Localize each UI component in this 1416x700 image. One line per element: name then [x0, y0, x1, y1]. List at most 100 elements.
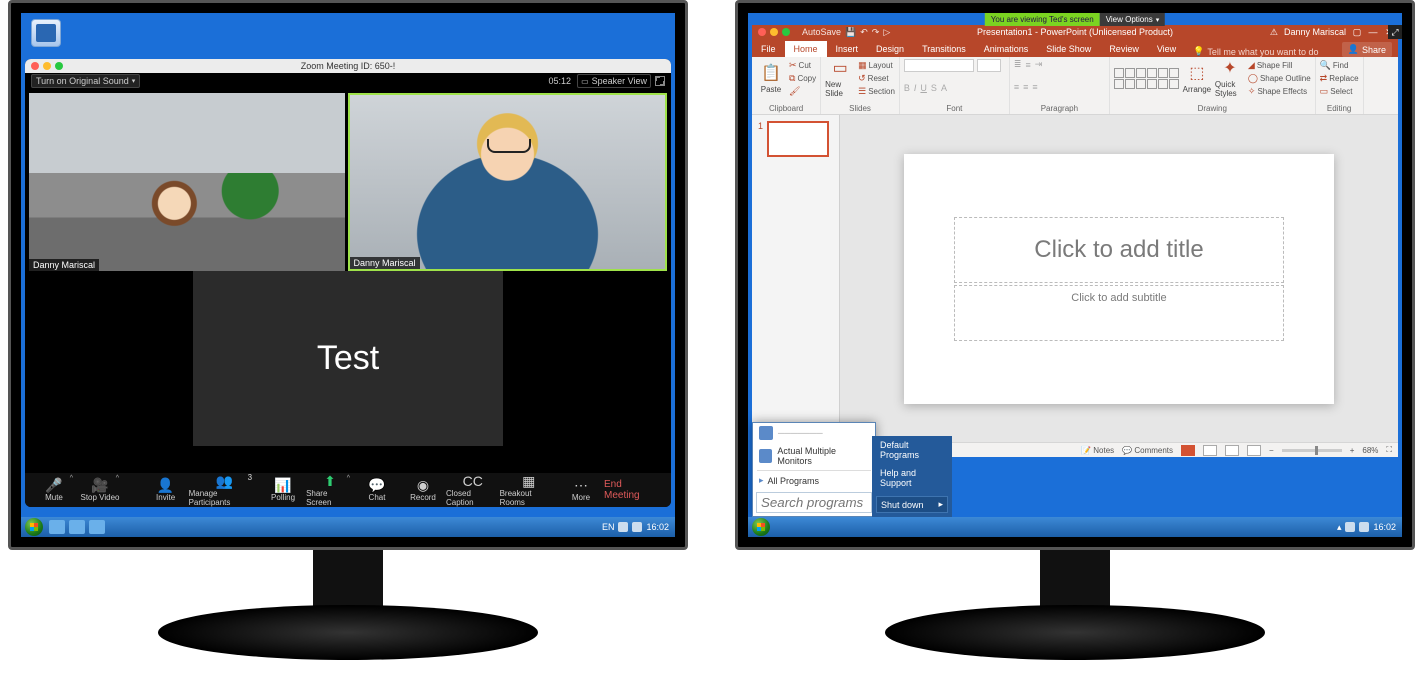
clock[interactable]: 16:02	[646, 522, 669, 532]
language-indicator[interactable]: EN	[602, 522, 615, 532]
bullets-button[interactable]: ≣	[1014, 59, 1022, 70]
start-search-input[interactable]	[756, 492, 872, 513]
zoom-slider[interactable]	[1282, 449, 1342, 452]
ppt-titlebar[interactable]: AutoSave 💾 ↶ ↷ ▷ Presentation1 - PowerPo…	[752, 25, 1398, 39]
fit-to-window-button[interactable]: ⛶	[1386, 445, 1392, 455]
closed-caption-button[interactable]: CCClosed Caption	[446, 473, 500, 507]
polling-button[interactable]: 📊Polling	[260, 473, 306, 507]
subtitle-placeholder[interactable]: Click to add subtitle	[954, 285, 1284, 341]
start-right-item[interactable]: Default Programs	[872, 436, 952, 464]
end-meeting-button[interactable]: End Meeting	[604, 479, 665, 501]
taskbar-right[interactable]: ▴ 16:02	[748, 517, 1402, 537]
replace-button[interactable]: ⇄Replace	[1320, 72, 1359, 84]
title-placeholder[interactable]: Click to add title	[954, 217, 1284, 283]
tray-icon[interactable]	[632, 522, 642, 532]
share-screen-button[interactable]: ⬆Share Screen^	[306, 473, 354, 507]
sorter-view-button[interactable]	[1203, 445, 1217, 456]
slide-thumbnail[interactable]: 1	[758, 121, 833, 157]
arrange-button[interactable]: ⬚Arrange	[1182, 59, 1212, 97]
chevron-right-icon[interactable]: ▸	[938, 499, 943, 510]
shapes-gallery[interactable]	[1114, 68, 1179, 89]
section-button[interactable]: ☰Section	[858, 85, 895, 97]
exit-fullscreen-icon[interactable]: ⤢	[1388, 25, 1402, 39]
start-menu-item[interactable]: ───────	[753, 423, 875, 443]
shutdown-button[interactable]: Shut down▸	[876, 496, 948, 513]
font-color-button[interactable]: A	[941, 83, 947, 93]
reset-button[interactable]: ↺Reset	[858, 72, 895, 84]
zoom-out-button[interactable]: −	[1269, 446, 1274, 455]
start-menu-item[interactable]: Actual Multiple Monitors	[753, 443, 875, 469]
tab-home[interactable]: Home	[785, 41, 827, 57]
fullscreen-icon[interactable]	[655, 76, 665, 86]
reading-view-button[interactable]	[1225, 445, 1239, 456]
stop-video-button[interactable]: 🎥Stop Video^	[77, 473, 123, 507]
new-slide-button[interactable]: ▭New Slide	[825, 59, 855, 97]
all-programs-button[interactable]: All Programs	[753, 472, 875, 489]
system-tray[interactable]: EN 16:02	[602, 522, 675, 532]
taskbar-pinned-icon[interactable]	[69, 520, 85, 534]
remote-desktop-icon[interactable]	[31, 19, 61, 47]
more-button[interactable]: ⋯More	[558, 473, 604, 507]
taskbar-pinned-icon[interactable]	[49, 520, 65, 534]
tab-animations[interactable]: Animations	[975, 41, 1038, 57]
slide-canvas[interactable]: Click to add title Click to add subtitle	[904, 154, 1334, 404]
shape-outline-button[interactable]: ◯Shape Outline	[1248, 72, 1311, 84]
slide-canvas-area[interactable]: Click to add title Click to add subtitle	[840, 115, 1398, 442]
system-tray[interactable]: ▴ 16:02	[1337, 522, 1402, 533]
underline-button[interactable]: U	[920, 83, 927, 93]
tray-icon[interactable]	[1345, 522, 1355, 532]
start-menu-right-pane[interactable]: Default Programs Help and Support Shut d…	[872, 436, 952, 517]
align-right-button[interactable]: ≡	[1032, 82, 1037, 92]
tab-insert[interactable]: Insert	[827, 41, 868, 57]
select-button[interactable]: ▭Select	[1320, 85, 1359, 97]
thumbnail-preview[interactable]	[767, 121, 829, 157]
font-family-select[interactable]	[904, 59, 974, 72]
align-left-button[interactable]: ≡	[1014, 82, 1019, 92]
zoom-titlebar[interactable]: Zoom Meeting ID: 650-!	[25, 59, 671, 73]
taskbar-pinned-icon[interactable]	[89, 520, 105, 534]
mute-button[interactable]: 🎤Mute^	[31, 473, 77, 507]
copy-button[interactable]: ⧉Copy	[789, 72, 816, 84]
quick-styles-button[interactable]: ✦Quick Styles	[1215, 59, 1245, 97]
start-button[interactable]	[25, 518, 43, 536]
user-name[interactable]: Danny Mariscal	[1284, 27, 1346, 37]
comments-button[interactable]: 💬 Comments	[1122, 446, 1173, 455]
minimize-icon[interactable]: —	[1368, 27, 1378, 37]
tab-view[interactable]: View	[1148, 41, 1185, 57]
original-sound-toggle[interactable]: Turn on Original Sound	[31, 74, 140, 88]
font-size-select[interactable]	[977, 59, 1001, 72]
start-menu[interactable]: ─────── Actual Multiple Monitors All Pro…	[752, 422, 876, 517]
bold-button[interactable]: B	[904, 83, 910, 93]
tray-icon[interactable]	[618, 522, 628, 532]
slide-thumbnail-pane[interactable]: 1	[752, 115, 840, 442]
video-tile[interactable]: Danny Mariscal	[29, 93, 345, 271]
numbering-button[interactable]: ≡	[1025, 60, 1030, 70]
record-button[interactable]: ◉Record	[400, 473, 446, 507]
align-center-button[interactable]: ≡	[1023, 82, 1028, 92]
start-right-item[interactable]: Help and Support	[872, 464, 952, 492]
tab-transitions[interactable]: Transitions	[913, 41, 975, 57]
shape-fill-button[interactable]: ◢Shape Fill	[1248, 59, 1311, 71]
tell-me-search[interactable]: Tell me what you want to do	[1193, 46, 1318, 57]
speaker-view-toggle[interactable]: Speaker View	[577, 74, 651, 88]
invite-button[interactable]: 👤Invite	[143, 473, 189, 507]
tab-file[interactable]: File	[752, 41, 785, 57]
breakout-rooms-button[interactable]: ▦Breakout Rooms	[500, 473, 558, 507]
chat-button[interactable]: 💬Chat	[354, 473, 400, 507]
video-tile-active[interactable]: Danny Mariscal	[348, 93, 668, 271]
tab-design[interactable]: Design	[867, 41, 913, 57]
shape-effects-button[interactable]: ✧Shape Effects	[1248, 85, 1311, 97]
share-button[interactable]: 👤Share	[1342, 42, 1392, 57]
zoom-in-button[interactable]: +	[1350, 446, 1355, 455]
strike-button[interactable]: S	[931, 83, 937, 93]
clock[interactable]: 16:02	[1373, 522, 1396, 532]
normal-view-button[interactable]	[1181, 445, 1195, 456]
view-options-dropdown[interactable]: View Options	[1100, 13, 1166, 26]
format-painter-button[interactable]: 🖌	[789, 85, 816, 97]
ribbon-options-icon[interactable]: ▢	[1352, 27, 1362, 37]
tab-review[interactable]: Review	[1100, 41, 1148, 57]
slideshow-view-button[interactable]	[1247, 445, 1261, 456]
zoom-level[interactable]: 68%	[1362, 446, 1378, 455]
find-button[interactable]: 🔍Find	[1320, 59, 1359, 71]
paste-button[interactable]: 📋Paste	[756, 59, 786, 97]
